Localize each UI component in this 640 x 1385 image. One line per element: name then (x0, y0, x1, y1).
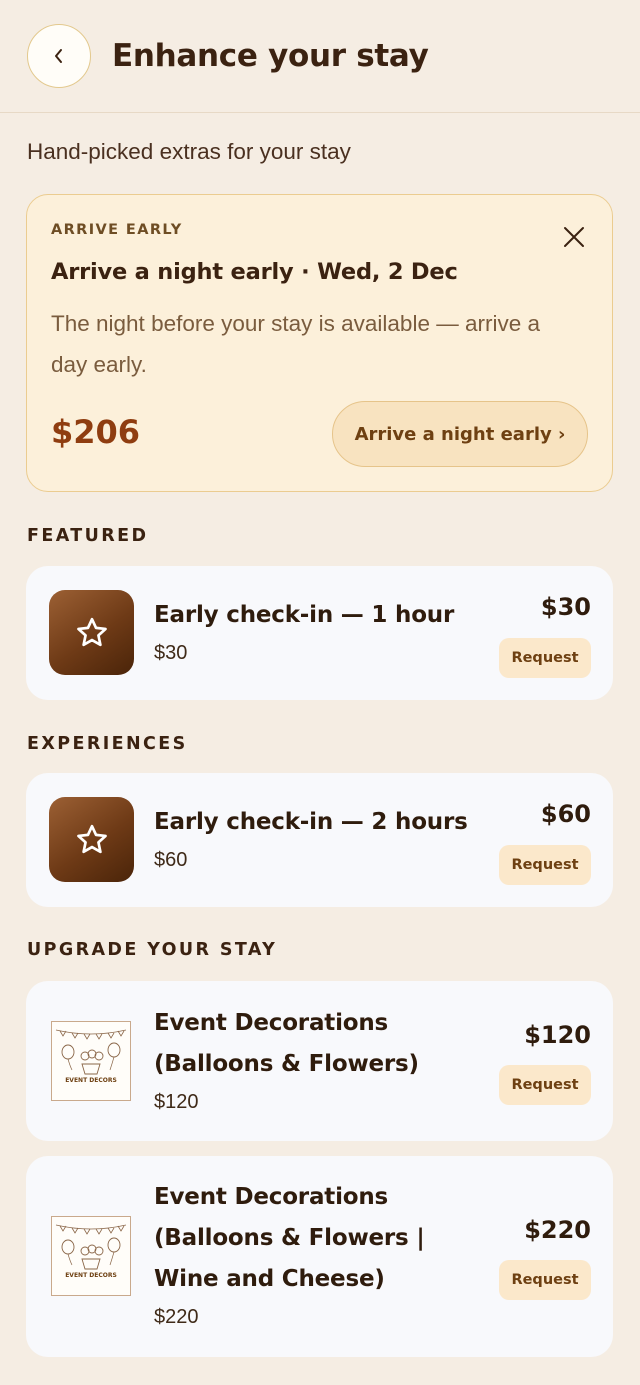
close-icon[interactable] (562, 225, 586, 249)
page-title: Enhance your stay (112, 38, 429, 74)
addon-card-early-checkin-2h[interactable]: Early check-in — 2 hours $60 $60 Request (26, 773, 613, 907)
event-decors-thumbnail: EVENT DECORS (51, 1021, 131, 1101)
section-label-experiences: EXPERIENCES (27, 734, 188, 754)
promo-description: The night before your stay is available … (51, 311, 540, 377)
addon-title: Early check-in — 1 hour (154, 602, 455, 628)
addon-title: Event Decorations (Balloons & Flowers | … (154, 1177, 425, 1300)
thumb-label: EVENT DECORS (65, 1272, 117, 1279)
addon-card-event-decorations-wine[interactable]: EVENT DECORS Event Decorations (Balloons… (26, 1156, 613, 1357)
addon-title: Event Decorations (Balloons & Flowers) (154, 1003, 419, 1085)
addon-title: Early check-in — 2 hours (154, 809, 468, 835)
request-button[interactable]: Request (499, 638, 591, 678)
promo-price: $206 (51, 413, 141, 451)
request-button[interactable]: Request (499, 1065, 591, 1105)
chevron-left-icon (55, 49, 62, 63)
thumb-label: EVENT DECORS (65, 1077, 117, 1084)
event-decors-thumbnail: EVENT DECORS (51, 1216, 131, 1296)
arrive-early-promo-card: ARRIVE EARLY Arrive a night early · Wed,… (26, 194, 613, 492)
addon-price: $120 (524, 1021, 591, 1049)
star-icon (76, 617, 107, 646)
addon-thumbnail (49, 797, 134, 882)
addon-subprice: $220 (154, 1306, 199, 1328)
addon-title-line: (Balloons & Flowers) (154, 1051, 419, 1077)
decorations-illustration: EVENT DECORS (55, 1224, 127, 1279)
addon-title-line: (Balloons & Flowers | (154, 1225, 425, 1251)
back-button[interactable] (27, 24, 91, 88)
addon-card-event-decorations[interactable]: EVENT DECORS Event Decorations (Balloons… (26, 981, 613, 1141)
star-icon (76, 824, 107, 853)
section-label-upgrade: UPGRADE YOUR STAY (27, 940, 278, 960)
addon-subprice: $120 (154, 1091, 199, 1113)
page-subtitle: Hand-picked extras for your stay (27, 139, 351, 164)
request-button[interactable]: Request (499, 1260, 591, 1300)
addon-price: $30 (540, 593, 591, 621)
addon-price: $60 (540, 800, 591, 828)
addon-price: $220 (524, 1216, 591, 1244)
addon-card-early-checkin-1h[interactable]: Early check-in — 1 hour $30 $30 Request (26, 566, 613, 700)
request-button[interactable]: Request (499, 845, 591, 885)
header-bar: Enhance your stay (0, 0, 640, 113)
addon-thumbnail (49, 590, 134, 675)
addon-title-line: Event Decorations (154, 1010, 389, 1036)
section-label-featured: FEATURED (27, 526, 149, 546)
promo-eyebrow: ARRIVE EARLY (51, 222, 183, 238)
decorations-illustration: EVENT DECORS (55, 1029, 127, 1084)
promo-title: Arrive a night early · Wed, 2 Dec (51, 259, 458, 285)
addon-subprice: $30 (154, 642, 188, 664)
addon-title-line: Wine and Cheese) (154, 1266, 385, 1292)
addon-subprice: $60 (154, 849, 188, 871)
addon-title-line: Event Decorations (154, 1184, 389, 1210)
arrive-early-button[interactable]: Arrive a night early › (332, 401, 588, 467)
